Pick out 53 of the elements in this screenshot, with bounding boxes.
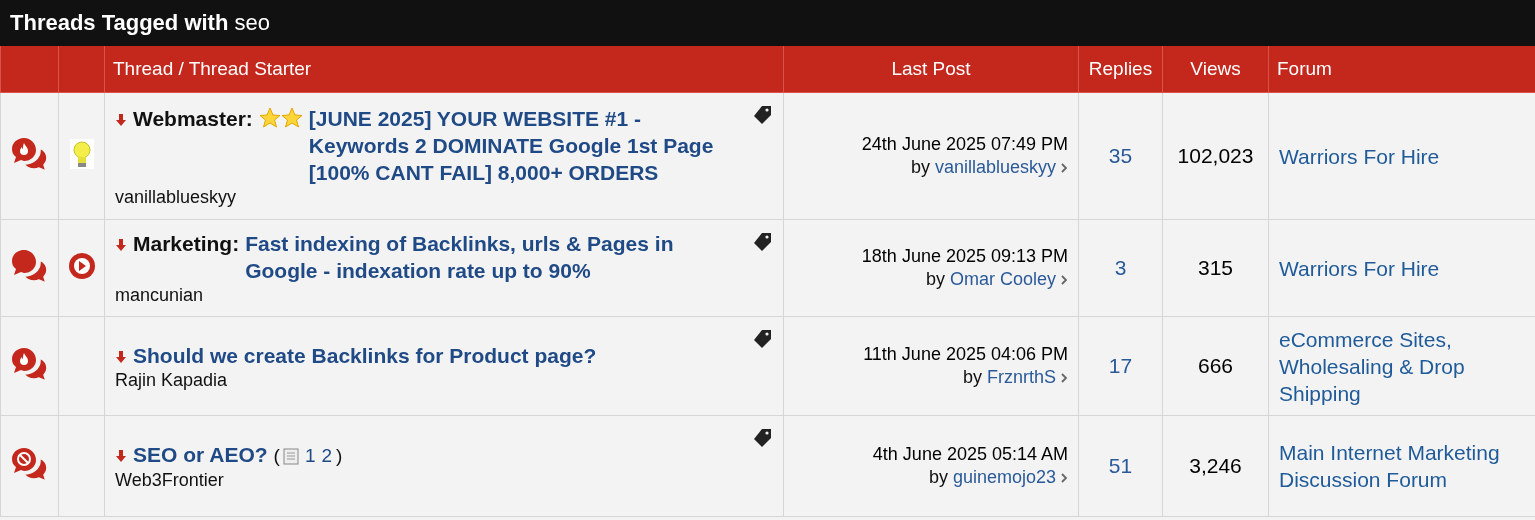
thread-starter[interactable]: vanillablueskyy [115,186,743,208]
last-poster-link[interactable]: FrznrthS [987,367,1056,387]
chevron-icon [1060,274,1068,287]
column-header[interactable]: Forum [1268,46,1535,93]
thread-title-link[interactable]: Fast indexing of Backlinks, urls & Pages in Google - indexation rate up to 90% [245,230,743,284]
page-link[interactable]: 1 [304,442,316,469]
views-count: 666 [1197,354,1233,377]
replies-link[interactable]: 35 [1108,144,1133,167]
parenthesis: ( [273,444,280,468]
lightbulb-icon [69,138,94,169]
thread-starter[interactable]: Rajin Kapadia [115,369,743,391]
thread-title-link[interactable]: SEO or AEO? [133,441,268,468]
views-count: 315 [1197,256,1233,279]
down-arrow-icon [115,449,127,463]
replies-link[interactable]: 51 [1108,454,1133,477]
last-poster-link[interactable]: vanillablueskyy [934,157,1056,177]
views-count: 3,246 [1189,454,1242,477]
chevron-icon [1060,372,1068,385]
column-header[interactable]: Views [1162,46,1269,93]
last-post-date: 11th June 2025 04:06 PM [862,343,1068,366]
chevron-icon [1060,472,1068,485]
last-post-date: 18th June 2025 09:13 PM [860,245,1068,268]
down-arrow-icon [115,112,127,127]
thread-prefix: Webmaster: [133,105,253,132]
column-header[interactable]: Replies [1078,46,1163,93]
down-arrow-icon [115,349,127,364]
parenthesis: ) [336,444,343,468]
views-count: 102,023 [1177,144,1254,167]
by-label: by [928,467,948,487]
thread-starter[interactable]: Web3Frontier [115,470,743,491]
last-poster-link[interactable]: guinemojo23 [952,467,1056,487]
last-poster-link[interactable]: Omar Cooley [949,269,1056,289]
by-label: by [910,157,930,177]
by-label: by [962,367,982,387]
header-title: Threads Tagged with [10,10,229,36]
thread-prefix: Marketing: [133,231,240,257]
thread-title-link[interactable]: Should we create Backlinks for Product page? [133,341,743,369]
by-label: by [925,269,945,289]
pages-icon [281,446,300,465]
thread-title-link[interactable]: [JUNE 2025] YOUR WEBSITE #1 - Keywords 2 DOMINATE Google 1st Page [100% CANT FAIL] 8,000+ ORDERS [308,104,743,186]
last-post-date: 24th June 2025 07:49 PM [860,133,1068,156]
last-post-date: 4th June 2025 05:14 AM [871,443,1068,466]
tag-name[interactable]: seo [234,10,270,36]
down-arrow-icon [115,238,127,252]
chevron-icon [1060,162,1068,175]
column-header[interactable]: Thread / Thread Starter [104,46,784,93]
replies-link[interactable]: 17 [1108,354,1133,377]
two-stars-icon [258,106,303,129]
column-header[interactable]: Last Post [783,46,1079,93]
play-icon [67,251,96,280]
thread-starter[interactable]: mancunian [115,285,743,306]
page-link[interactable]: 2 [321,442,333,469]
replies-link[interactable]: 3 [1114,256,1127,279]
